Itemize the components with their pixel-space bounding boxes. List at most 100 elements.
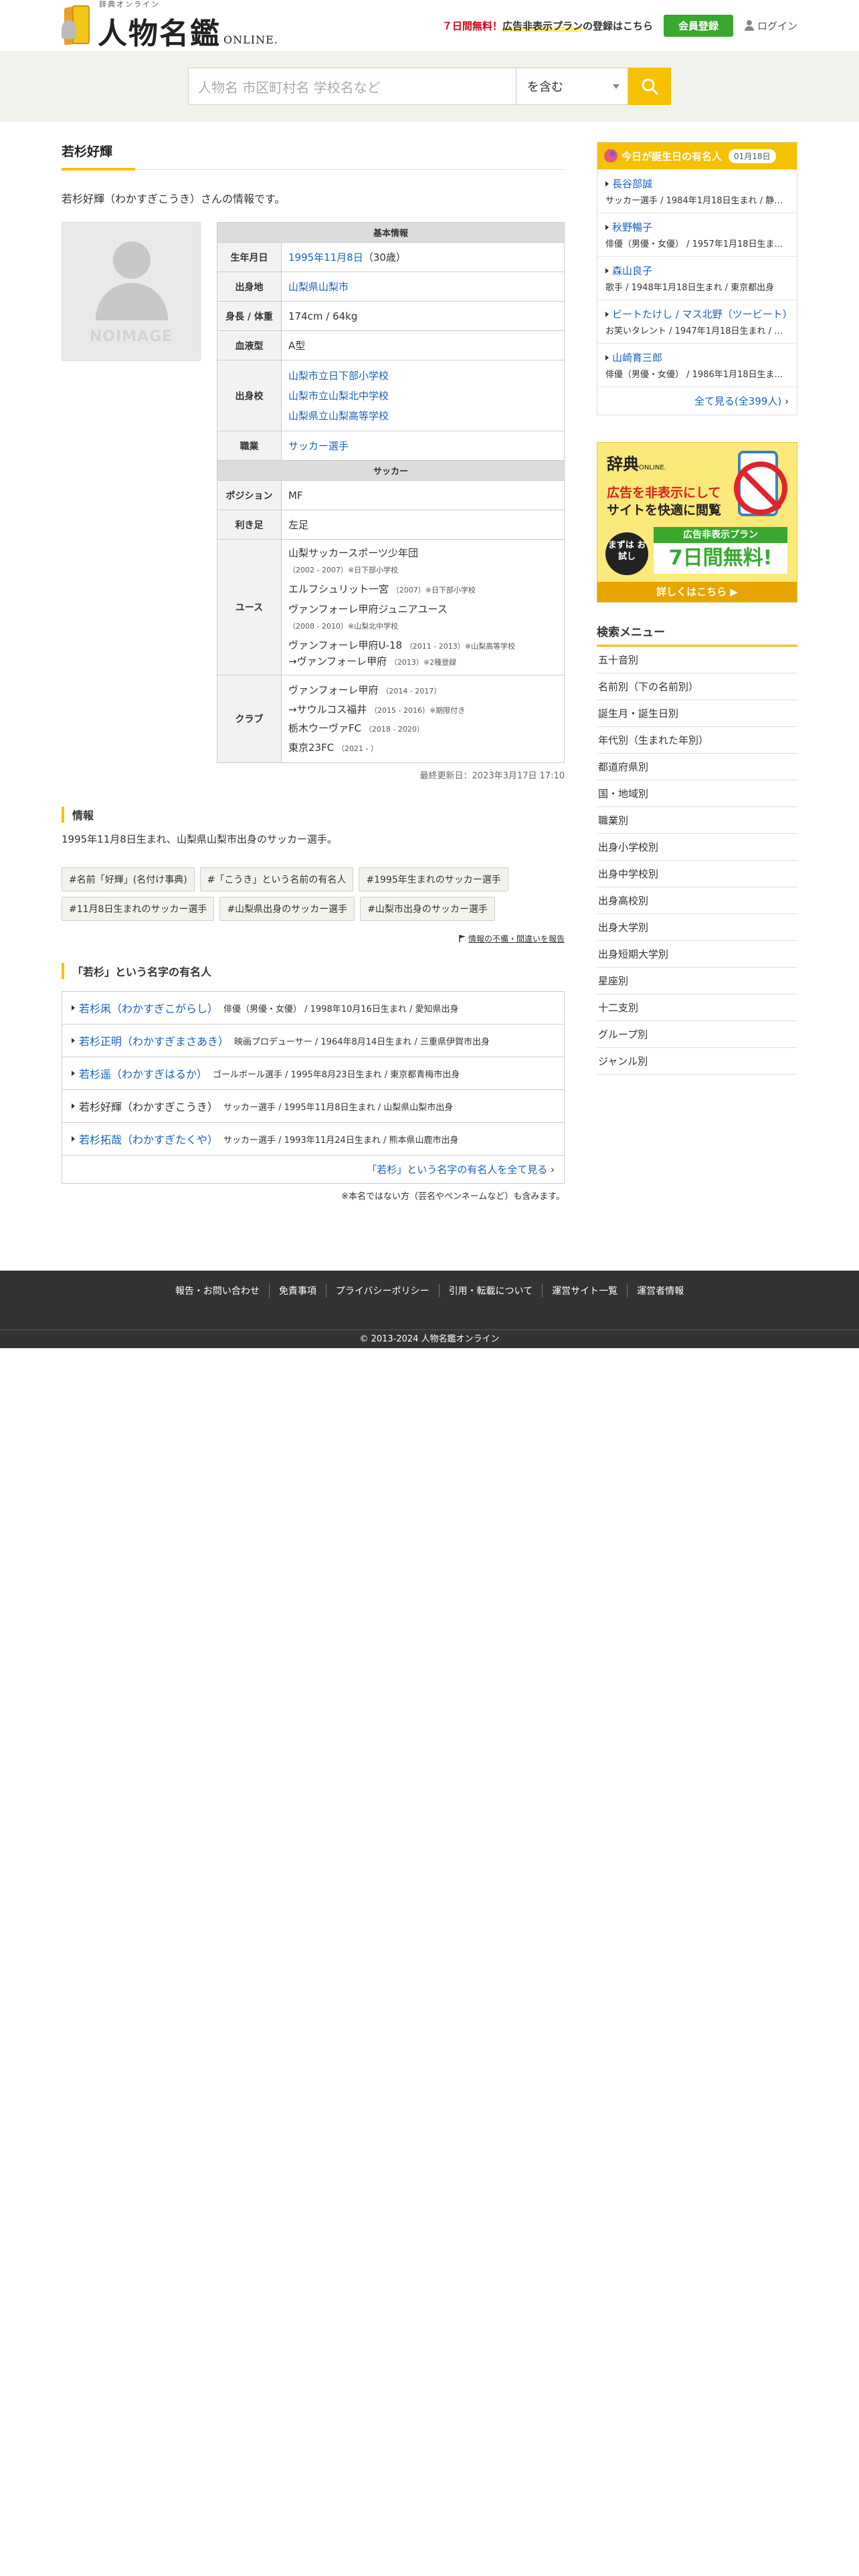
- chevron-right-icon: [605, 224, 609, 230]
- list-item[interactable]: 若杉遥（わかすぎはるか） ゴールボール選手 / 1995年8月23日生まれ / 東…: [62, 1057, 564, 1090]
- last-updated: 最終更新日：2023年3月17日 17:10: [419, 771, 565, 781]
- position-value: MF: [281, 480, 565, 510]
- school-link-elementary[interactable]: 山梨市立日下部小学校: [288, 366, 557, 386]
- logo-online: ONLINE.: [223, 33, 278, 46]
- list-item-current: 若杉好輝（わかすぎこうき） サッカー選手 / 1995年11月8日生まれ / 山梨…: [62, 1090, 564, 1123]
- login-link[interactable]: ログイン: [744, 19, 797, 33]
- list-item[interactable]: 若杉正明（わかすぎまさあき） 映画プロデューサー / 1964年8月14日生まれ …: [62, 1025, 564, 1057]
- person-silhouette-icon: [113, 241, 151, 279]
- menu-item[interactable]: 出身中学校別: [597, 861, 797, 887]
- club-entry: 栃木ウーヴァFC （2018 - 2020）: [288, 722, 424, 734]
- menu-item[interactable]: 都道府県別: [597, 754, 797, 780]
- footer-link-disclaimer[interactable]: 免責事項: [268, 1284, 326, 1297]
- same-surname-list: 若杉凩（わかすぎこがらし） 俳優（男優・女優） / 1998年10月16日生まれ …: [62, 991, 565, 1184]
- site-header: 辞典オンライン 人物名鑑 ONLINE. ７日間無料！広告非表示プランの登録はこ…: [0, 0, 859, 51]
- ad-cta-button[interactable]: 詳しくはこちら ▶: [597, 582, 797, 602]
- chevron-right-icon: [605, 354, 609, 360]
- info-text: 1995年11月8日生まれ、山梨県山梨市出身のサッカー選手。: [62, 833, 337, 845]
- tag-link[interactable]: #名前「好輝」(名付け事典): [62, 867, 195, 891]
- tag-link[interactable]: #「こうき」という名前の有名人: [199, 867, 354, 891]
- footer-link-contact[interactable]: 報告・お問い合わせ: [166, 1284, 269, 1297]
- page-title: 若杉好輝: [62, 142, 565, 171]
- tag-link[interactable]: #11月8日生まれのサッカー選手: [62, 897, 215, 921]
- list-item[interactable]: 秋野暢子俳優（男優・女優） / 1957年1月18日生まれ / 大阪府出身: [597, 213, 797, 256]
- club-entry: 東京23FC （2021 - ）: [288, 741, 378, 754]
- youth-entry: エルフシュリット一宮 （2007）※日下部小学校: [288, 583, 476, 595]
- search-input[interactable]: 人物名 市区町村名 学校名など: [188, 68, 516, 105]
- menu-item[interactable]: 職業別: [597, 807, 797, 834]
- tag-link[interactable]: #1995年生まれのサッカー選手: [359, 867, 508, 891]
- menu-item[interactable]: 星座別: [597, 968, 797, 994]
- list-item[interactable]: ビートたけし / マス北野（ツービート） お笑いタレント / 1947年1月18日…: [597, 300, 797, 343]
- menu-item[interactable]: 出身大学別: [597, 914, 797, 941]
- chevron-right-icon: [605, 311, 609, 317]
- list-item[interactable]: 若杉拓哉（わかすぎたくや） サッカー選手 / 1993年11月24日生まれ / 熊…: [62, 1123, 564, 1156]
- menu-item[interactable]: 国・地域別: [597, 780, 797, 807]
- section-basic: 基本情報: [217, 222, 565, 243]
- youth-entry: 山梨サッカースポーツ少年団 （2002 - 2007）※日下部小学校: [288, 547, 418, 574]
- logo-subtitle: 辞典オンライン: [99, 0, 160, 9]
- report-error-link[interactable]: 情報の不備・間違いを報告: [62, 933, 565, 944]
- ad-free-promo-link[interactable]: ７日間無料！広告非表示プランの登録はこちら: [442, 19, 653, 33]
- club-entry: →サウルコス福井 （2015 - 2016）※期限付き: [288, 703, 466, 716]
- footer-link-sites[interactable]: 運営サイト一覧: [542, 1284, 627, 1297]
- ad-free-banner[interactable]: 辞典ONLINE. 広告を非表示にして サイトを快適に閲覧 まずは お試し 広告…: [597, 442, 797, 603]
- menu-item[interactable]: 出身小学校別: [597, 834, 797, 861]
- menu-item[interactable]: 五十音別: [597, 647, 797, 673]
- chevron-right-icon: [72, 1038, 75, 1043]
- occupation-link[interactable]: サッカー選手: [288, 440, 349, 452]
- list-item[interactable]: 山崎育三郎俳優（男優・女優） / 1986年1月18日生まれ / 東京都出身: [597, 343, 797, 387]
- chevron-right-icon: [72, 1103, 75, 1109]
- birth-date-link[interactable]: 1995年11月8日: [288, 251, 363, 263]
- menu-item[interactable]: 十二支別: [597, 994, 797, 1021]
- foot-value: 左足: [281, 510, 565, 540]
- chevron-right-icon: [72, 1005, 75, 1010]
- school-link-high[interactable]: 山梨県立山梨高等学校: [288, 406, 557, 426]
- menu-item[interactable]: 出身高校別: [597, 887, 797, 914]
- list-item[interactable]: 若杉凩（わかすぎこがらし） 俳優（男優・女優） / 1998年10月16日生まれ …: [62, 992, 564, 1025]
- search-menu-title: 検索メニュー: [597, 623, 797, 647]
- birthplace-link[interactable]: 山梨県山梨市: [288, 281, 349, 293]
- list-item[interactable]: 長谷部誠 サッカー選手 / 1984年1月18日生まれ / 静岡県出身: [597, 169, 797, 213]
- birthday-more-link[interactable]: 全て見る(全399人) ›: [597, 387, 797, 415]
- menu-item[interactable]: ジャンル別: [597, 1048, 797, 1075]
- birthday-widget: 今日が誕生日の有名人 01月18日 長谷部誠 サッカー選手 / 1984年1月18…: [597, 142, 797, 415]
- search-form: 人物名 市区町村名 学校名など を含む: [188, 68, 671, 105]
- register-button[interactable]: 会員登録: [663, 14, 733, 37]
- site-footer: 報告・お問い合わせ 免責事項 プライバシーポリシー 引用・転載について 運営サイ…: [0, 1271, 859, 1348]
- balloon-icon: [604, 149, 617, 163]
- intro-text: 若杉好輝（わかすぎこうき）さんの情報です。: [62, 193, 286, 205]
- profile-table: 基本情報 生年月日 1995年11月8日（30歳） 出身地 山梨県山梨市 身長 …: [217, 222, 565, 763]
- blood-type: A型: [281, 330, 565, 360]
- same-surname-heading: 「若杉」という名字の有名人: [62, 963, 565, 979]
- chevron-right-icon: [72, 1071, 75, 1076]
- same-surname-more-link[interactable]: 「若杉」という名字の有名人を全て見る ›: [62, 1156, 564, 1183]
- school-link-junior-high[interactable]: 山梨市立山梨北中学校: [288, 386, 557, 406]
- youth-entry: ヴァンフォーレ甲府U-18 （2011 - 2013）※山梨高等学校: [288, 639, 515, 651]
- footer-link-privacy[interactable]: プライバシーポリシー: [325, 1284, 439, 1297]
- stage-name-note: ※本名ではない方（芸名やペンネームなど）も含みます。: [341, 1192, 565, 1202]
- search-button[interactable]: [628, 68, 671, 105]
- footer-link-operator[interactable]: 運営者情報: [627, 1284, 693, 1297]
- search-mode-select[interactable]: を含む: [516, 68, 628, 105]
- menu-item[interactable]: 年代別（生まれた年別）: [597, 727, 797, 754]
- menu-item[interactable]: 名前別（下の名前別）: [597, 673, 797, 700]
- flag-icon: [459, 935, 466, 942]
- menu-item[interactable]: 出身短期大学別: [597, 941, 797, 968]
- club-entry: ヴァンフォーレ甲府 （2014 - 2017）: [288, 684, 442, 696]
- tag-link[interactable]: #山梨市出身のサッカー選手: [360, 897, 495, 921]
- ad-logo: 辞典ONLINE.: [607, 454, 666, 473]
- tag-link[interactable]: #山梨県出身のサッカー選手: [219, 897, 355, 921]
- birthday-heading: 今日が誕生日の有名人: [622, 150, 723, 163]
- menu-item[interactable]: 誕生月・誕生日別: [597, 700, 797, 727]
- profile-image-placeholder: NOIMAGE: [62, 222, 201, 361]
- menu-item[interactable]: グループ別: [597, 1021, 797, 1048]
- list-item[interactable]: 森山良子 歌手 / 1948年1月18日生まれ / 東京都出身: [597, 256, 797, 300]
- search-icon: [642, 78, 658, 95]
- chevron-right-icon: [72, 1136, 75, 1142]
- info-heading: 情報: [62, 807, 565, 823]
- birthday-date-badge: 01月18日: [729, 148, 776, 163]
- footer-link-citation[interactable]: 引用・転載について: [438, 1284, 543, 1297]
- site-logo[interactable]: 辞典オンライン 人物名鑑 ONLINE.: [62, 0, 278, 52]
- login-label: ログイン: [757, 19, 797, 32]
